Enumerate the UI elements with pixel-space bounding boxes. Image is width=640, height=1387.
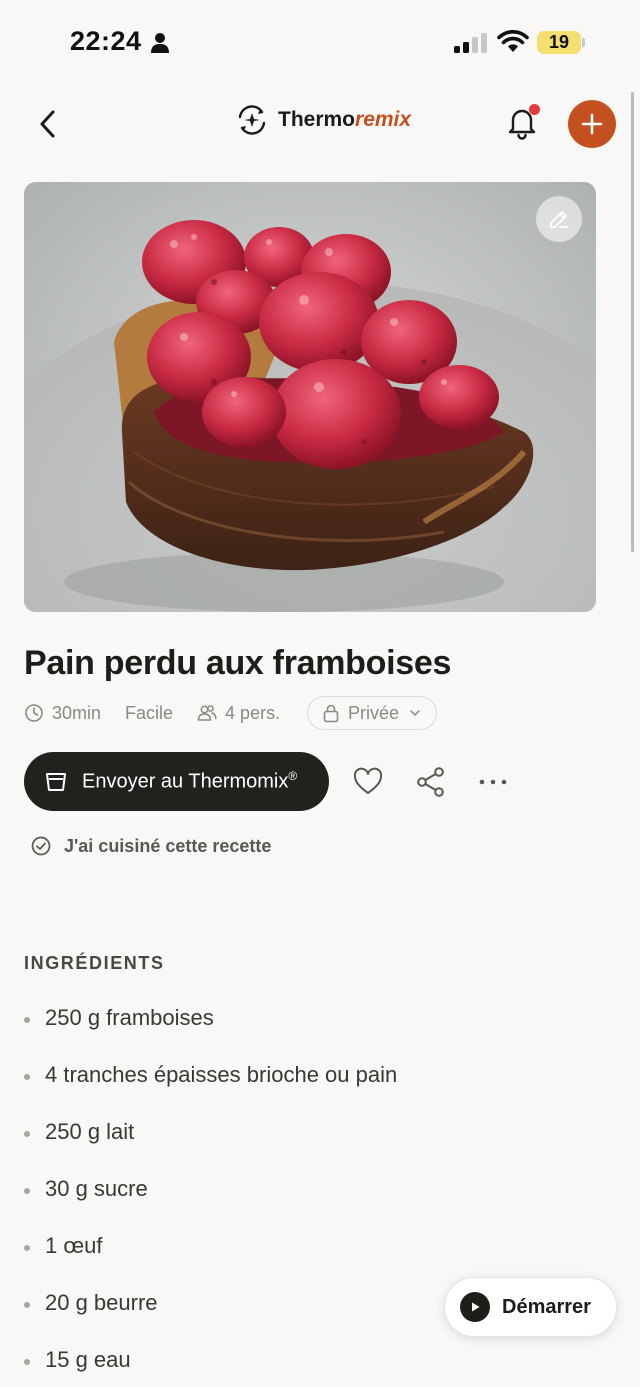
edit-photo-button[interactable] — [536, 196, 582, 242]
lock-icon — [323, 704, 339, 723]
back-chevron-icon — [40, 110, 55, 138]
battery-icon: 19 — [537, 31, 581, 54]
brand-main: Thermo — [278, 108, 356, 131]
send-to-thermomix-button[interactable]: Envoyer au Thermomix® — [24, 752, 329, 811]
check-circle-icon — [31, 836, 51, 856]
chevron-down-icon — [410, 710, 420, 717]
status-bar: 22:24 19 — [0, 0, 640, 86]
brand-logo: Thermoremix — [236, 102, 411, 138]
ingredient-item: 20 g beurre — [24, 1290, 397, 1347]
ingredient-text: 250 g lait — [45, 1119, 135, 1144]
send-label: Envoyer au Thermomix® — [82, 769, 297, 794]
cooked-label: J'ai cuisiné cette recette — [64, 835, 272, 856]
ingredient-text: 1 œuf — [45, 1233, 103, 1258]
difficulty-text: Facile — [125, 702, 174, 723]
duration-meta: 30min — [24, 703, 101, 724]
ingredient-text: 4 tranches épaisses brioche ou pain — [45, 1062, 398, 1087]
thermoremix-logo-icon — [238, 105, 266, 135]
bullet-icon — [24, 1359, 30, 1365]
ingredients-heading: INGRÉDIENTS — [24, 953, 165, 973]
ingredient-item: 4 tranches épaisses brioche ou pain — [24, 1062, 397, 1119]
thermomix-icon — [46, 772, 66, 791]
battery-cap — [582, 38, 585, 47]
ingredient-item: 15 g eau — [24, 1347, 397, 1387]
bullet-icon — [24, 1017, 30, 1023]
bullet-icon — [24, 1074, 30, 1080]
servings-text: 4 pers. — [225, 702, 281, 723]
signal-icon — [454, 33, 487, 53]
visibility-dropdown[interactable]: Privée — [307, 696, 437, 730]
notifications-button[interactable] — [502, 102, 542, 142]
wifi-icon — [497, 30, 529, 52]
recipe-photo-illustration — [24, 182, 596, 612]
battery-level: 19 — [548, 32, 570, 52]
pencil-icon — [550, 211, 568, 228]
ingredient-item: 250 g framboises — [24, 1005, 397, 1062]
ingredient-item: 30 g sucre — [24, 1176, 397, 1233]
person-icon — [151, 33, 169, 53]
people-icon — [197, 705, 217, 721]
recipe-title: Pain perdu aux framboises — [24, 644, 452, 682]
add-button[interactable] — [568, 100, 616, 148]
ingredient-item: 1 œuf — [24, 1233, 397, 1290]
send-label-text: Envoyer au Thermomix — [82, 770, 289, 793]
servings-meta: 4 pers. — [197, 703, 280, 724]
difficulty-meta: Facile — [125, 703, 173, 724]
start-button[interactable]: Démarrer — [444, 1277, 617, 1337]
ingredient-text: 30 g sucre — [45, 1176, 148, 1201]
back-button[interactable] — [30, 104, 66, 144]
cooked-recipe-button[interactable]: J'ai cuisiné cette recette — [30, 832, 271, 860]
ingredient-text: 250 g framboises — [45, 1005, 214, 1030]
bullet-icon — [24, 1302, 30, 1308]
plus-icon — [581, 113, 603, 135]
bullet-icon — [24, 1131, 30, 1137]
bullet-icon — [24, 1245, 30, 1251]
more-icon — [479, 779, 507, 785]
clock-icon — [25, 704, 43, 722]
visibility-text: Privée — [348, 702, 400, 723]
brand-name: Thermoremix — [278, 108, 411, 132]
share-button[interactable] — [413, 764, 449, 800]
send-label-mark: ® — [288, 769, 298, 784]
scrollbar[interactable] — [631, 92, 634, 552]
play-icon — [460, 1292, 490, 1322]
favorite-button[interactable] — [350, 764, 386, 800]
ingredients-list: 250 g framboises 4 tranches épaisses brio… — [24, 1005, 397, 1387]
bullet-icon — [24, 1188, 30, 1194]
status-time: 22:24 — [70, 26, 142, 56]
ingredient-text: 15 g eau — [45, 1347, 131, 1372]
recipe-meta: 30min Facile 4 pers. — [24, 696, 280, 730]
notification-dot — [529, 104, 540, 115]
heart-icon — [353, 767, 383, 794]
brand-accent: remix — [355, 108, 412, 131]
duration-text: 30min — [52, 702, 102, 723]
more-options-button[interactable] — [475, 764, 511, 800]
ingredient-text: 20 g beurre — [45, 1290, 158, 1315]
recipe-photo — [24, 182, 596, 612]
play-triangle — [472, 1302, 480, 1312]
share-icon — [417, 767, 444, 797]
start-label: Démarrer — [502, 1295, 591, 1318]
ingredient-item: 250 g lait — [24, 1119, 397, 1176]
